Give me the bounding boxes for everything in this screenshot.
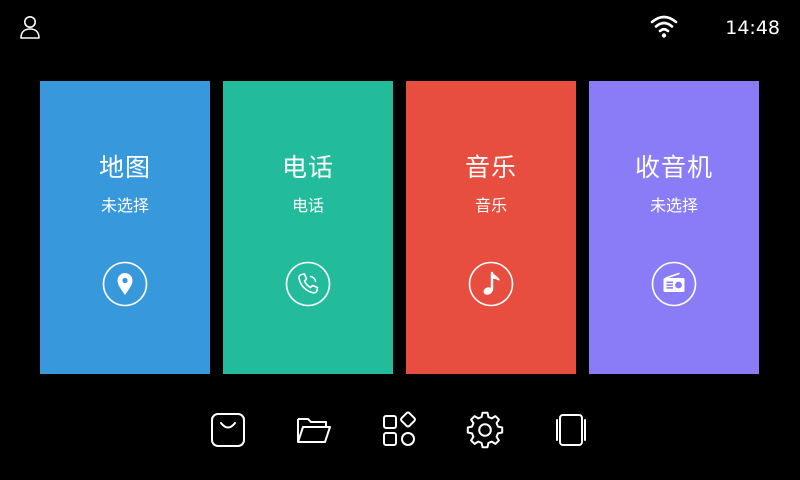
dock-store-button[interactable] — [208, 410, 248, 450]
tile-subtitle: 未选择 — [100, 196, 149, 215]
tile-music[interactable]: 音乐 音乐 — [406, 81, 576, 374]
map-pin-icon — [102, 261, 148, 307]
dock-settings-button[interactable] — [465, 410, 505, 450]
apps-icon — [383, 411, 416, 446]
status-bar: 14:48 — [0, 0, 800, 56]
dock-files-button[interactable] — [294, 410, 334, 450]
user-button[interactable] — [18, 14, 42, 40]
tile-title: 地图 — [98, 153, 151, 182]
dock-screen-button[interactable] — [551, 410, 591, 450]
tile-map[interactable]: 地图 未选择 — [40, 81, 210, 374]
tile-phone[interactable]: 电话 电话 — [223, 81, 393, 374]
user-icon — [20, 16, 40, 39]
tile-radio[interactable]: 收音机 未选择 — [589, 81, 759, 374]
tile-title: 音乐 — [464, 153, 517, 182]
tile-title: 收音机 — [634, 153, 713, 182]
screen-mirror-icon — [556, 414, 586, 446]
tile-subtitle: 电话 — [291, 196, 324, 215]
phone-icon — [285, 261, 331, 307]
tile-subtitle: 音乐 — [474, 196, 507, 215]
radio-icon — [651, 261, 697, 307]
tile-subtitle: 未选择 — [649, 196, 698, 215]
tile-title: 电话 — [281, 153, 334, 182]
dock-apps-button[interactable] — [380, 410, 420, 450]
clock: 14:48 — [725, 17, 780, 39]
shopping-bag-icon — [211, 413, 245, 447]
folder-icon — [297, 418, 331, 443]
music-note-icon — [468, 261, 514, 307]
wifi-icon — [650, 13, 678, 39]
settings-icon — [466, 411, 504, 449]
